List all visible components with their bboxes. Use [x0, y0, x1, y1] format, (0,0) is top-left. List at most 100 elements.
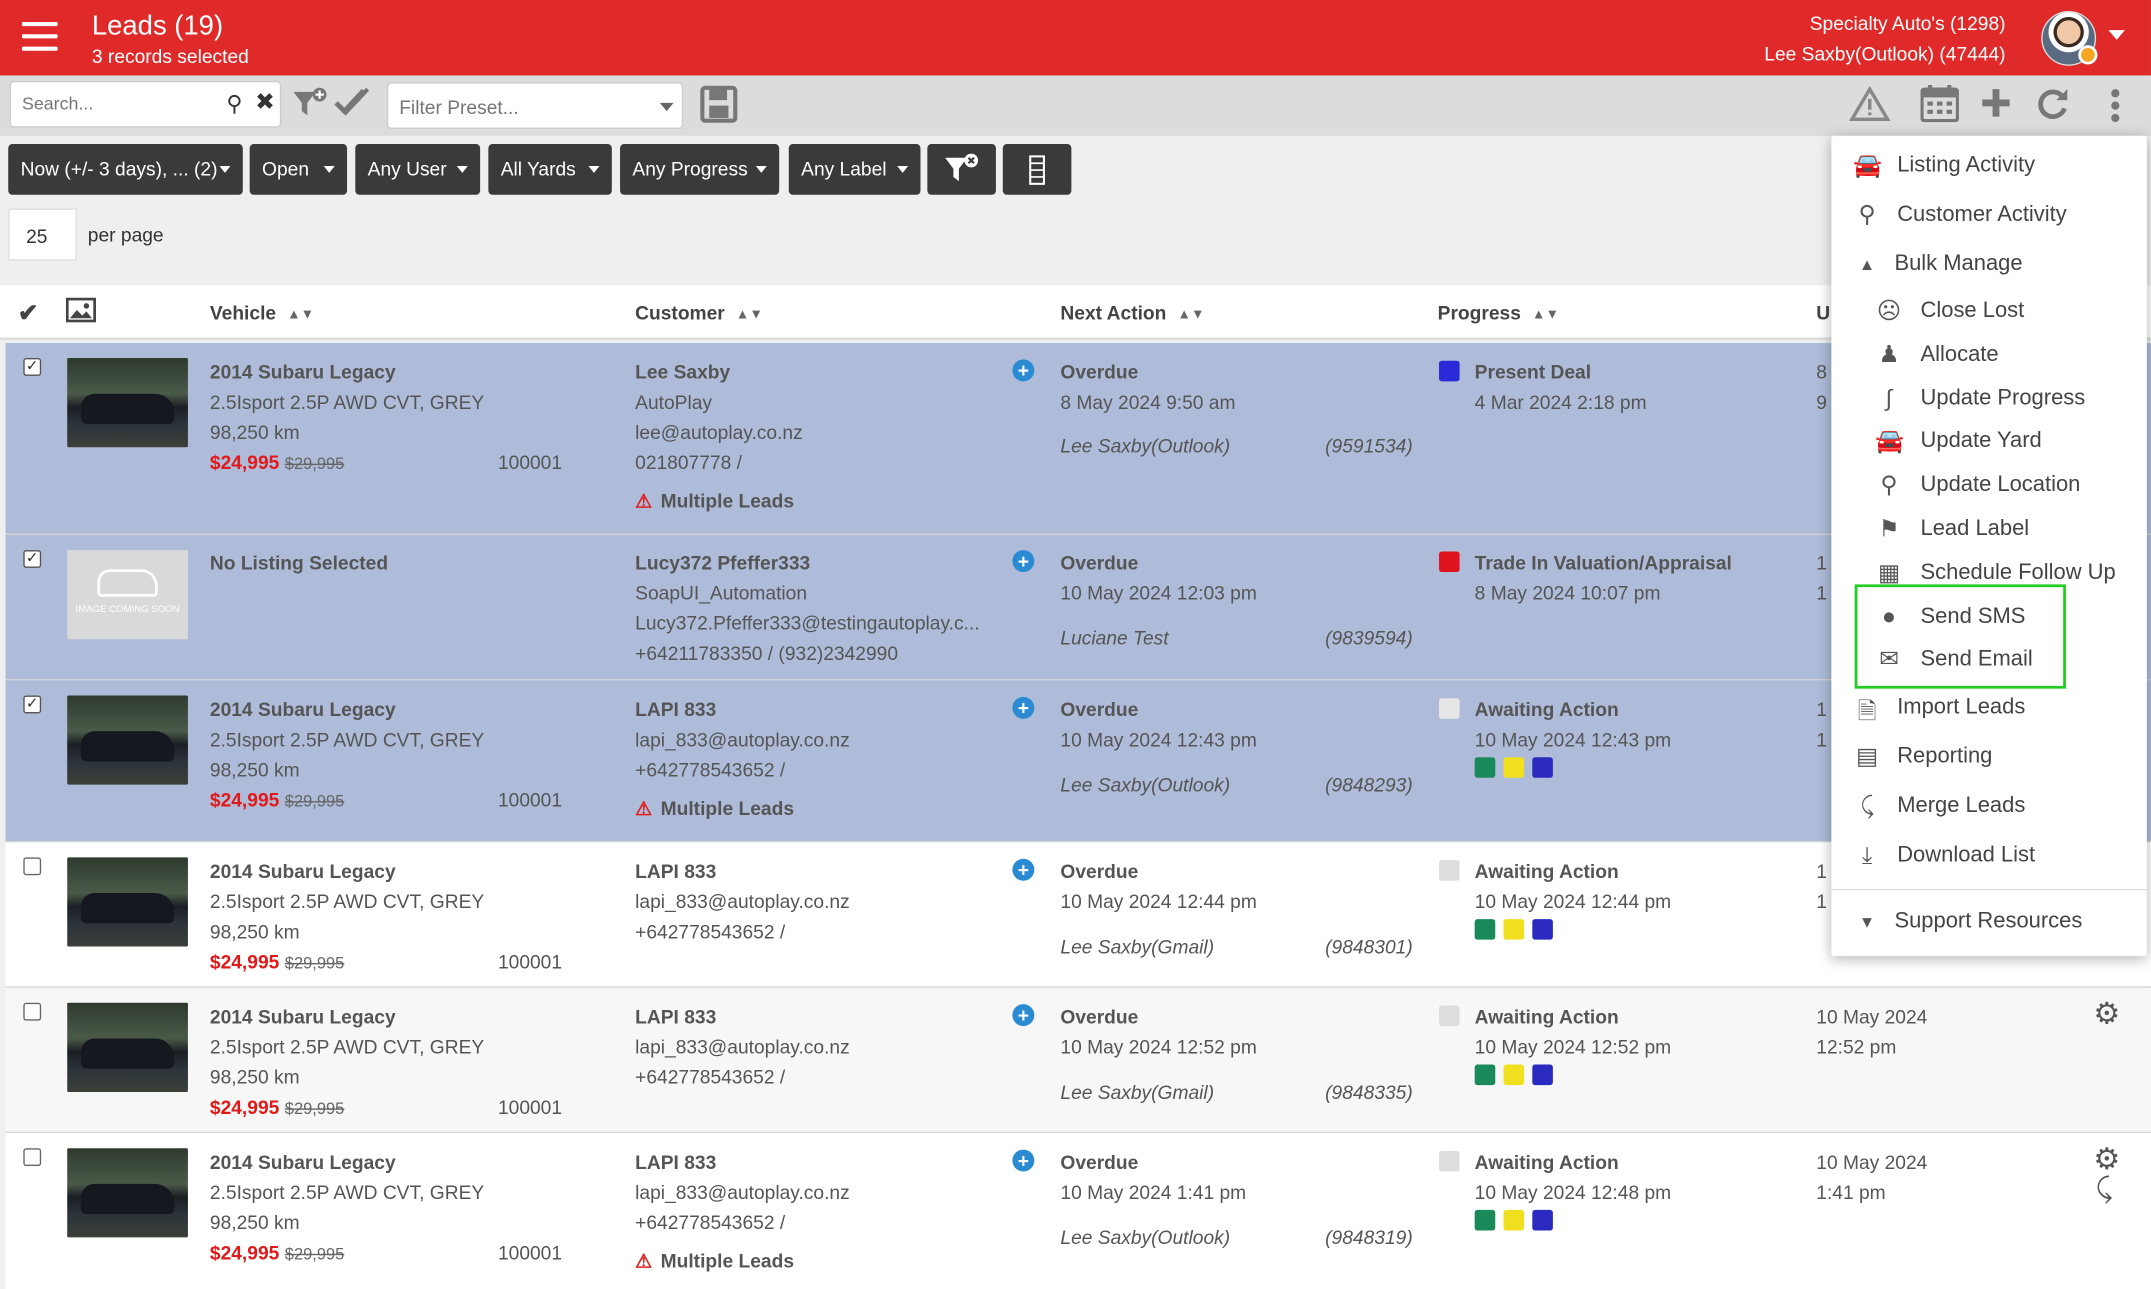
customer-name[interactable]: Lucy372 Pfeffer333 [635, 551, 810, 573]
label-chip[interactable] [1532, 1209, 1553, 1231]
customer-name[interactable]: LAPI 833 [635, 1006, 716, 1028]
label-chip[interactable] [1532, 757, 1553, 778]
table-row[interactable]: 2014 Subaru Legacy 2.5Isport 2.5P AWD CV… [5, 1133, 2151, 1289]
vehicle-title[interactable]: 2014 Subaru Legacy [210, 860, 396, 882]
account-caret-icon[interactable] [2108, 30, 2125, 40]
user-account[interactable]: Lee Saxby(Outlook) (47444) [1764, 43, 2005, 65]
merge-icon[interactable]: ⤹ [2096, 1174, 2112, 1206]
warning-icon[interactable] [1848, 85, 1891, 129]
refresh-icon[interactable] [2034, 86, 2070, 129]
chevron-down-icon [897, 165, 909, 173]
multiple-leads-warning[interactable]: ⚠ Multiple Leads [635, 490, 794, 513]
search-icon[interactable]: ⚲ [226, 91, 242, 118]
vehicle-title[interactable]: 2014 Subaru Legacy [210, 1006, 396, 1028]
label-filter-dropdown[interactable]: Any Label [788, 144, 921, 195]
row-checkbox[interactable] [23, 857, 42, 876]
calendar-icon[interactable] [1920, 84, 1960, 129]
label-chip[interactable] [1532, 1064, 1553, 1086]
menu-item-listing-activity[interactable]: 🚘 Listing Activity [1831, 147, 2147, 188]
user-filter-dropdown[interactable]: Any User [355, 144, 481, 195]
menu-item-update-location[interactable]: ⚲ Update Location [1831, 466, 2147, 507]
clear-search-icon[interactable]: ✖ [255, 89, 275, 116]
user-filter-label: Any User [367, 157, 447, 180]
menu-item-reporting[interactable]: ▤ Reporting [1831, 738, 2147, 779]
add-action-icon[interactable]: + [1012, 696, 1035, 719]
label-chip[interactable] [1503, 757, 1525, 778]
status-filter-dropdown[interactable]: Open [249, 144, 348, 195]
add-filter-icon[interactable] [292, 86, 328, 130]
progress-filter-dropdown[interactable]: Any Progress [620, 144, 780, 195]
label-chip[interactable] [1474, 919, 1496, 940]
vehicle-title[interactable]: 2014 Subaru Legacy [210, 698, 396, 720]
row-checkbox[interactable]: ✓ [23, 550, 42, 568]
menu-item-allocate[interactable]: ♟ Allocate [1831, 336, 2147, 377]
label-chip[interactable] [1503, 919, 1525, 940]
table-row[interactable]: 2014 Subaru Legacy 2.5Isport 2.5P AWD CV… [5, 842, 2151, 988]
add-action-icon[interactable]: + [1012, 1149, 1035, 1172]
hamburger-menu-icon[interactable] [21, 21, 58, 52]
save-icon[interactable] [700, 85, 738, 130]
menu-item-merge-leads[interactable]: ⤹ Merge Leads [1831, 787, 2147, 828]
clear-filters-button[interactable] [927, 144, 996, 195]
menu-item-download-list[interactable]: ⤓ Download List [1831, 837, 2147, 878]
filter-preset-select[interactable] [386, 82, 684, 129]
label-chip[interactable] [1532, 919, 1553, 940]
search-input[interactable] [21, 93, 215, 114]
vehicle-thumbnail[interactable] [67, 695, 188, 785]
multiple-leads-warning[interactable]: ⚠ Multiple Leads [635, 797, 794, 820]
customer-name[interactable]: LAPI 833 [635, 1151, 716, 1173]
add-action-icon[interactable]: + [1012, 858, 1035, 881]
table-row[interactable]: ✓ 2014 Subaru Legacy 2.5Isport 2.5P AWD … [5, 342, 2151, 536]
customer-name[interactable]: LAPI 833 [635, 860, 716, 882]
menu-section-support-resources[interactable]: ▼ Support Resources [1831, 903, 2147, 944]
vehicle-column-header[interactable]: Vehicle ▲▼ [210, 302, 314, 324]
menu-item-import-leads[interactable]: 🗎 Import Leads [1831, 689, 2147, 730]
customer-column-header[interactable]: Customer ▲▼ [635, 302, 763, 324]
customer-name[interactable]: Lee Saxby [635, 361, 730, 383]
label-chip[interactable] [1474, 1064, 1496, 1086]
label-chip[interactable] [1474, 1209, 1496, 1231]
add-action-icon[interactable]: + [1012, 1004, 1035, 1027]
next-action-column-header[interactable]: Next Action ▲▼ [1060, 302, 1204, 324]
add-action-icon[interactable]: + [1012, 359, 1035, 382]
menu-item-update-progress[interactable]: ∫ Update Progress [1831, 380, 2147, 421]
table-row[interactable]: 2014 Subaru Legacy 2.5Isport 2.5P AWD CV… [5, 987, 2151, 1134]
customer-name[interactable]: LAPI 833 [635, 698, 716, 720]
updated-column-header[interactable]: U [1816, 302, 1830, 324]
vehicle-thumbnail[interactable] [67, 857, 188, 947]
table-row[interactable]: ✓ IMAGE COMING SOON No Listing Selected … [5, 535, 2151, 681]
row-checkbox[interactable] [23, 1002, 42, 1021]
vehicle-title[interactable]: 2014 Subaru Legacy [210, 1151, 396, 1173]
gear-icon[interactable]: ⚙ [2093, 1141, 2120, 1177]
menu-item-customer-activity[interactable]: ⚲ Customer Activity [1831, 196, 2147, 237]
vehicle-thumbnail[interactable] [67, 358, 188, 448]
multiple-leads-warning[interactable]: ⚠ Multiple Leads [635, 1250, 794, 1273]
more-options-icon[interactable] [2108, 88, 2122, 131]
yard-filter-dropdown[interactable]: All Yards [488, 144, 612, 195]
per-page-input[interactable]: 25 [8, 208, 77, 261]
label-chip[interactable] [1474, 757, 1496, 778]
select-all-check-icon[interactable]: ✔ [18, 299, 39, 328]
label-chip[interactable] [1503, 1064, 1525, 1086]
row-checkbox[interactable]: ✓ [23, 358, 42, 376]
add-icon[interactable] [1980, 86, 2013, 126]
menu-item-close-lost[interactable]: ☹ Close Lost [1831, 292, 2147, 333]
double-check-icon[interactable] [333, 85, 371, 128]
dealer-account[interactable]: Specialty Auto's (1298) [1810, 12, 2006, 34]
column-settings-button[interactable] [1002, 144, 1072, 195]
vehicle-thumbnail[interactable] [67, 1148, 188, 1238]
gear-icon[interactable]: ⚙ [2093, 996, 2120, 1032]
menu-section-bulk-manage[interactable]: ▲ Bulk Manage [1831, 246, 2147, 287]
menu-item-lead-label[interactable]: ⚑ Lead Label [1831, 510, 2147, 551]
filter-preset-input[interactable] [399, 96, 633, 118]
vehicle-thumbnail[interactable] [67, 1002, 188, 1092]
progress-column-header[interactable]: Progress ▲▼ [1438, 302, 1559, 324]
table-row[interactable]: ✓ 2014 Subaru Legacy 2.5Isport 2.5P AWD … [5, 680, 2151, 843]
row-checkbox[interactable] [23, 1148, 42, 1167]
vehicle-title[interactable]: 2014 Subaru Legacy [210, 361, 396, 383]
label-chip[interactable] [1503, 1209, 1525, 1231]
date-filter-dropdown[interactable]: Now (+/- 3 days), ... (2) [8, 144, 243, 195]
row-checkbox[interactable]: ✓ [23, 695, 42, 714]
menu-item-update-yard[interactable]: 🚘 Update Yard [1831, 423, 2147, 464]
add-action-icon[interactable]: + [1012, 550, 1035, 573]
